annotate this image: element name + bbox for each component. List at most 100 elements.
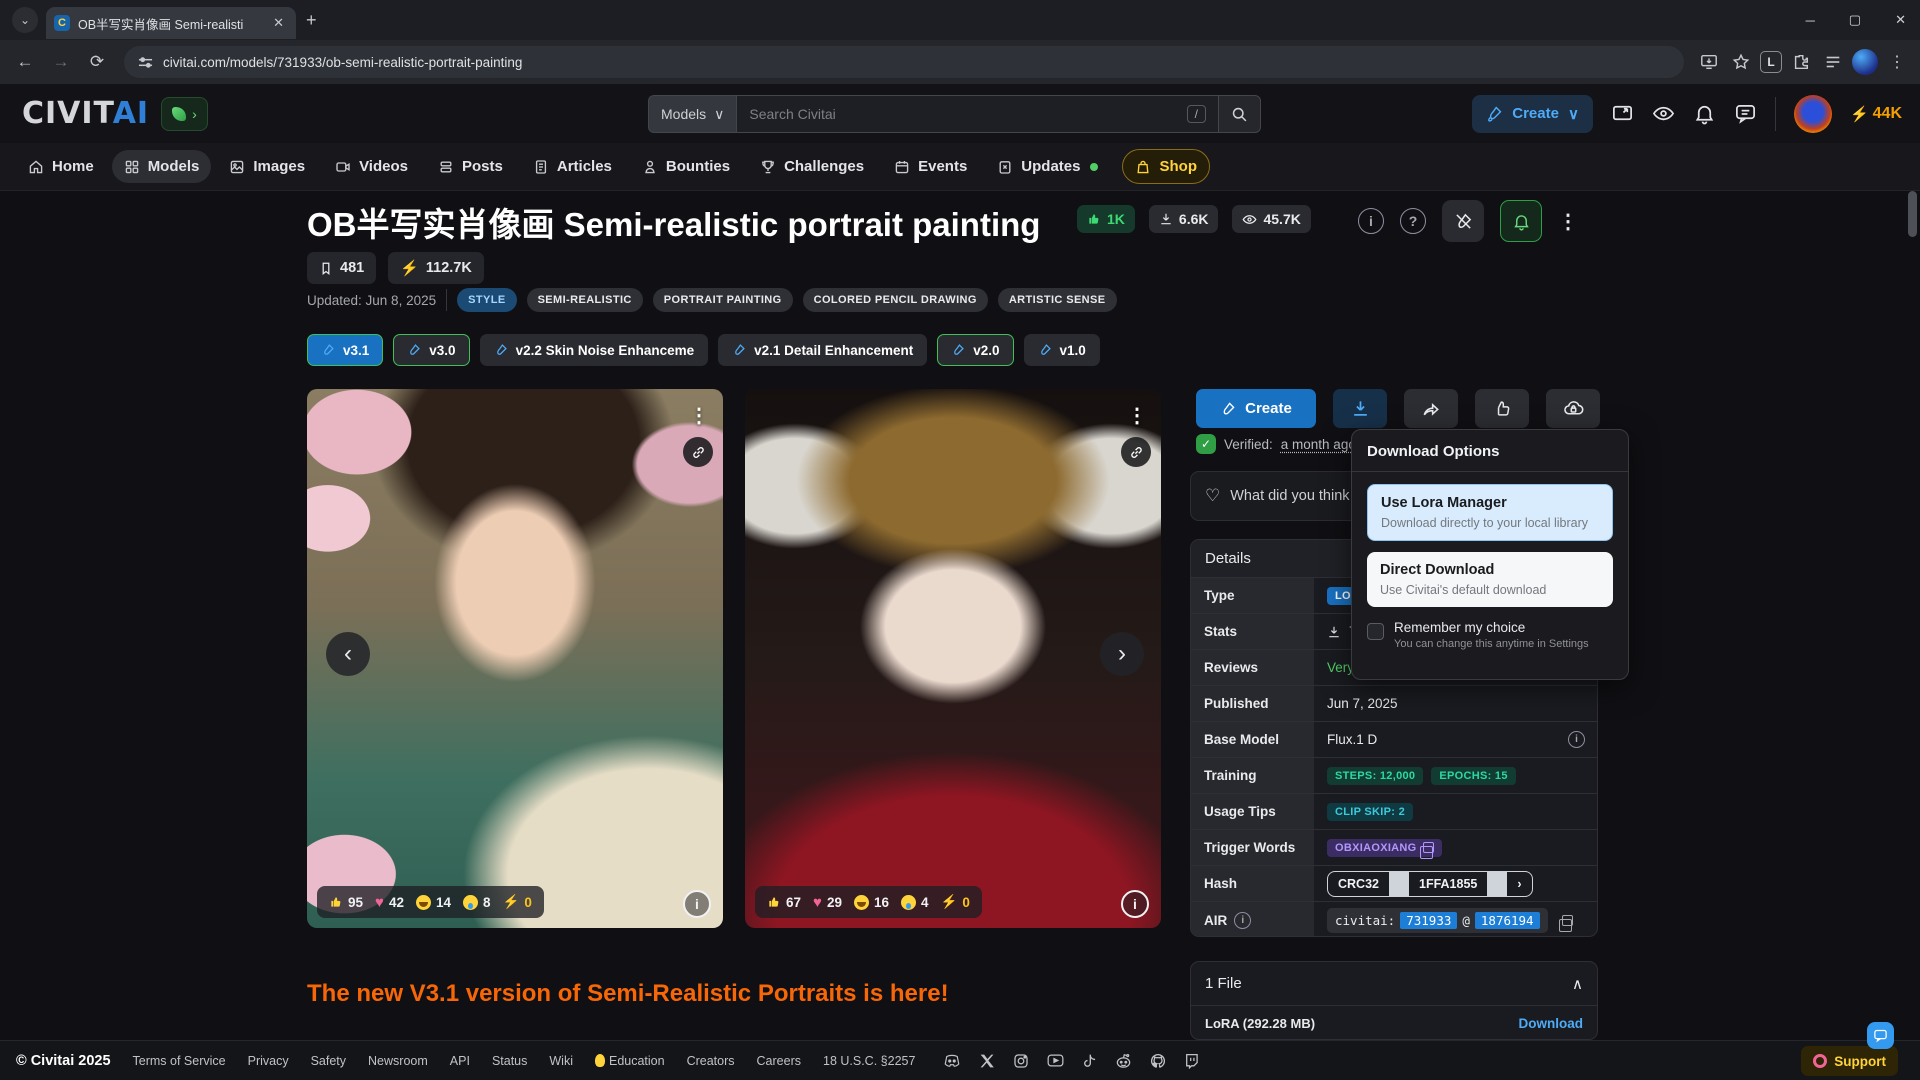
share-button[interactable] [1404,389,1458,428]
nav-item-posts[interactable]: Posts [426,150,515,183]
info-circle-icon[interactable]: i [1234,912,1251,929]
support-button[interactable]: Support [1801,1046,1898,1076]
chat-messages-icon[interactable] [1734,102,1757,125]
forward-button[interactable]: → [46,47,76,77]
header-create-button[interactable]: Create ∨ [1472,95,1593,133]
buzz-balance[interactable]: ⚡ 44K [1850,105,1902,123]
youtube-icon[interactable] [1047,1053,1064,1068]
browsing-level-eye-icon[interactable] [1652,102,1675,125]
help-circle-icon[interactable]: ? [1400,208,1426,234]
air-identifier[interactable]: civitai: 731933 @ 1876194 [1327,908,1548,933]
version-v1-0-button[interactable]: v1.0 [1024,334,1100,366]
footer-link-creators[interactable]: Creators [687,1054,735,1068]
browser-tab[interactable]: C OB半写实肖像画 Semi-realisti ✕ [46,7,296,39]
twitch-icon[interactable] [1184,1053,1199,1069]
reaction-heart[interactable]: ♥ 29 [813,894,842,911]
reaction-cry[interactable]: 8 [463,895,491,910]
tiktok-icon[interactable] [1082,1053,1097,1069]
reaction-buzz[interactable]: ⚡ 0 [941,894,970,910]
back-button[interactable]: ← [10,47,40,77]
image-info-icon[interactable]: i [1121,890,1149,918]
install-app-icon[interactable] [1696,49,1722,75]
reaction-cry[interactable]: 4 [901,895,929,910]
info-circle-icon[interactable]: i [1568,731,1585,748]
image-link-icon[interactable] [1121,437,1151,467]
image-link-icon[interactable] [683,437,713,467]
tag-semi-realistic[interactable]: SEMI-REALISTIC [527,288,643,312]
collapse-chevron-icon[interactable]: ∧ [1572,975,1583,993]
footer-link-careers[interactable]: Careers [757,1054,801,1068]
copy-icon[interactable] [1562,915,1573,926]
tag-artistic-sense[interactable]: ARTISTIC SENSE [998,288,1117,312]
verified-time[interactable]: a month ago [1281,437,1356,452]
tag-portrait-painting[interactable]: PORTRAIT PAINTING [653,288,793,312]
info-circle-icon[interactable]: i [1358,208,1384,234]
nav-item-events[interactable]: Events [882,150,979,183]
footer-link-status[interactable]: Status [492,1054,527,1068]
reading-list-icon[interactable] [1820,49,1846,75]
trigger-word-badge[interactable]: OBXIAOXIANG [1327,839,1442,857]
new-tab-button[interactable]: + [306,10,317,31]
bookmark-star-icon[interactable] [1728,49,1754,75]
version-v2-1-button[interactable]: v2.1 Detail Enhancement [718,334,927,366]
nav-item-challenges[interactable]: Challenges [748,150,876,183]
page-scrollbar-thumb[interactable] [1908,191,1917,237]
more-options-kebab-icon[interactable]: ⋮ [1558,209,1578,234]
use-lora-manager-option[interactable]: Use Lora Manager Download directly to yo… [1367,484,1613,541]
site-settings-icon[interactable] [138,55,153,70]
nav-item-articles[interactable]: Articles [521,150,624,183]
version-v3-0-button[interactable]: v3.0 [393,334,469,366]
create-button[interactable]: Create [1196,389,1316,428]
version-v3-1-button[interactable]: v3.1 [307,334,383,366]
footer-link-2257[interactable]: 18 U.S.C. §2257 [823,1054,915,1068]
reaction-laugh[interactable]: 16 [854,895,889,910]
version-v2-0-button[interactable]: v2.0 [937,334,1013,366]
version-v2-2-button[interactable]: v2.2 Skin Noise Enhanceme [480,334,709,366]
download-button[interactable] [1333,389,1387,428]
window-close-button[interactable]: ✕ [1895,12,1906,28]
bookmark-count[interactable]: 481 [307,252,376,284]
reload-button[interactable]: ⟳ [82,47,112,77]
footer-link-api[interactable]: API [450,1054,470,1068]
likes-badge[interactable]: 1K [1077,205,1135,233]
notify-bell-button[interactable] [1500,200,1542,242]
reaction-buzz[interactable]: ⚡ 0 [503,894,532,910]
nav-item-images[interactable]: Images [217,150,317,183]
instagram-icon[interactable] [1013,1053,1029,1069]
x-twitter-icon[interactable] [979,1053,995,1069]
window-minimize-button[interactable]: ─ [1806,13,1815,28]
chat-fab-button[interactable] [1867,1022,1894,1049]
discord-icon[interactable] [943,1053,961,1069]
footer-link-safety[interactable]: Safety [311,1054,346,1068]
footer-link-newsroom[interactable]: Newsroom [368,1054,428,1068]
footer-link-wiki[interactable]: Wiki [549,1054,573,1068]
nav-item-bounties[interactable]: Bounties [630,150,742,183]
browser-profile-avatar[interactable] [1852,49,1878,75]
civitai-logo[interactable]: CIVITAI [22,96,149,131]
window-maximize-button[interactable]: ▢ [1849,12,1861,28]
extensions-puzzle-icon[interactable] [1788,49,1814,75]
nav-item-models[interactable]: Models [112,150,212,183]
footer-link-education[interactable]: Education [595,1054,665,1068]
reaction-like[interactable]: 95 [329,895,363,910]
gallery-image-2[interactable]: ⋮ 67 ♥ 29 16 4 ⚡ 0 i [745,389,1161,928]
generation-lock-button[interactable] [1546,389,1600,428]
footer-link-terms[interactable]: Terms of Service [133,1054,226,1068]
extension-l-badge[interactable]: L [1760,51,1782,73]
image-menu-kebab-icon[interactable]: ⋮ [1127,403,1147,428]
screen-share-icon[interactable] [1611,102,1634,125]
supporter-badge[interactable]: › [161,97,208,131]
nav-item-videos[interactable]: Videos [323,150,420,183]
image-info-icon[interactable]: i [683,890,711,918]
carousel-next-button[interactable]: › [1100,632,1144,676]
search-input[interactable]: Search Civitai / [736,95,1219,133]
buzz-tip-count[interactable]: ⚡ 112.7K [388,252,484,284]
reaction-bar[interactable]: 95 ♥ 42 14 8 ⚡ 0 [317,886,544,918]
chevron-right-icon[interactable]: › [1507,872,1531,896]
nav-item-home[interactable]: Home [16,150,106,183]
reaction-heart[interactable]: ♥ 42 [375,894,404,911]
direct-download-option[interactable]: Direct Download Use Civitai's default do… [1367,552,1613,607]
reddit-icon[interactable] [1115,1053,1132,1069]
reviews-rating[interactable]: Very [1327,660,1354,675]
hash-pill[interactable]: CRC32 1FFA1855 › [1327,871,1533,897]
